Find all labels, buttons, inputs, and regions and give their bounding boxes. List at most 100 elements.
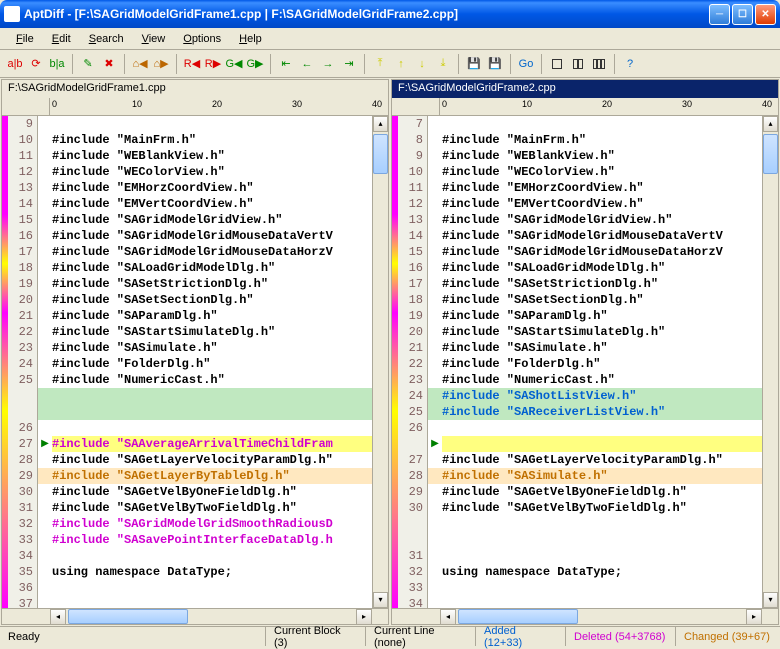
home-prev-icon[interactable]: ⌂◀ (131, 55, 149, 73)
code-line[interactable]: #include "SAShotListView.h" (442, 388, 762, 404)
code-line[interactable]: #include "SASimulate.h" (442, 468, 762, 484)
code-line[interactable] (442, 420, 762, 436)
code-line[interactable] (52, 420, 372, 436)
code-line[interactable]: #include "SAGetLayerByTableDlg.h" (52, 468, 372, 484)
code-line[interactable]: #include "SAAverageArrivalTimeChildFram (52, 436, 372, 452)
first-icon[interactable]: ⇤ (277, 55, 295, 73)
code-line[interactable] (442, 516, 762, 532)
scroll-left-button[interactable]: ◂ (50, 609, 66, 625)
layout-triple-icon[interactable] (590, 55, 608, 73)
code-line[interactable]: #include "FolderDlg.h" (442, 356, 762, 372)
right-editor[interactable]: 7891011121314151617181920212223242526272… (392, 116, 778, 608)
code-line[interactable]: #include "SASetSectionDlg.h" (52, 292, 372, 308)
code-line[interactable]: #include "SAGridModelGridMouseDataHorzV (52, 244, 372, 260)
menu-file[interactable]: File (8, 31, 42, 47)
code-line[interactable] (52, 116, 372, 132)
right-pane-title[interactable]: F:\SAGridModelGridFrame2.cpp (392, 80, 778, 98)
minimize-button[interactable]: ─ (709, 4, 730, 25)
code-line[interactable] (442, 436, 762, 452)
code-line[interactable]: using namespace DataType; (52, 564, 372, 580)
down-icon[interactable]: ↓ (413, 55, 431, 73)
code-line[interactable]: #include "NumericCast.h" (52, 372, 372, 388)
code-line[interactable] (52, 388, 372, 404)
code-line[interactable]: #include "SAGridModelGridView.h" (442, 212, 762, 228)
code-line[interactable]: #include "WEColorView.h" (442, 164, 762, 180)
titlebar[interactable]: AptDiff - [F:\SAGridModelGridFrame1.cpp … (0, 0, 780, 28)
menu-options[interactable]: Options (175, 31, 229, 47)
down-all-icon[interactable]: ⤓ (434, 55, 452, 73)
code-line[interactable]: #include "SAStartSimulateDlg.h" (52, 324, 372, 340)
code-line[interactable]: #include "SAGetVelByOneFieldDlg.h" (52, 484, 372, 500)
left-hscroll[interactable]: ◂ ▸ (2, 608, 388, 624)
menu-edit[interactable]: Edit (44, 31, 79, 47)
scroll-down-button[interactable]: ▾ (373, 592, 388, 608)
scroll-down-button[interactable]: ▾ (763, 592, 778, 608)
code-line[interactable]: #include "SAGridModelGridMouseDataHorzV (442, 244, 762, 260)
code-line[interactable]: #include "SAGridModelGridMouseDataVertV (52, 228, 372, 244)
code-line[interactable]: #include "WEBlankView.h" (52, 148, 372, 164)
up-icon[interactable]: ↑ (392, 55, 410, 73)
right-hscroll[interactable]: ◂ ▸ (392, 608, 778, 624)
code-line[interactable] (442, 532, 762, 548)
code-line[interactable]: #include "EMHorzCoordView.h" (442, 180, 762, 196)
scroll-right-button[interactable]: ▸ (356, 609, 372, 625)
code-line[interactable]: #include "NumericCast.h" (442, 372, 762, 388)
code-line[interactable]: #include "SASimulate.h" (52, 340, 372, 356)
code-line[interactable]: #include "SASavePointInterfaceDataDlg.h (52, 532, 372, 548)
next-icon[interactable]: → (319, 55, 337, 73)
left-vscroll[interactable]: ▴ ▾ (372, 116, 388, 608)
code-line[interactable]: #include "MainFrm.h" (52, 132, 372, 148)
next-diff-green-icon[interactable]: G▶ (246, 55, 264, 73)
scroll-up-button[interactable]: ▴ (373, 116, 388, 132)
code-line[interactable] (52, 596, 372, 608)
code-line[interactable] (442, 596, 762, 608)
right-code[interactable]: #include "MainFrm.h"#include "WEBlankVie… (442, 116, 762, 608)
code-line[interactable]: #include "EMVertCoordView.h" (442, 196, 762, 212)
code-line[interactable]: #include "WEColorView.h" (52, 164, 372, 180)
code-line[interactable]: #include "SAGridModelGridMouseDataVertV (442, 228, 762, 244)
code-line[interactable]: #include "EMHorzCoordView.h" (52, 180, 372, 196)
layout-single-icon[interactable] (548, 55, 566, 73)
scroll-up-button[interactable]: ▴ (763, 116, 778, 132)
up-all-icon[interactable]: ⤒ (371, 55, 389, 73)
code-line[interactable]: using namespace DataType; (442, 564, 762, 580)
code-line[interactable]: #include "SAGridModelGridView.h" (52, 212, 372, 228)
code-line[interactable]: #include "SALoadGridModelDlg.h" (442, 260, 762, 276)
left-code[interactable]: #include "MainFrm.h"#include "WEBlankVie… (52, 116, 372, 608)
code-line[interactable]: #include "SASetStrictionDlg.h" (52, 276, 372, 292)
code-line[interactable]: #include "SASimulate.h" (442, 340, 762, 356)
prev-diff-red-icon[interactable]: R◀ (183, 55, 201, 73)
code-line[interactable]: #include "SAGetVelByTwoFieldDlg.h" (442, 500, 762, 516)
swap-icon[interactable]: b|a (48, 55, 66, 73)
next-diff-red-icon[interactable]: R▶ (204, 55, 222, 73)
code-line[interactable]: #include "SASetSectionDlg.h" (442, 292, 762, 308)
last-icon[interactable]: ⇥ (340, 55, 358, 73)
code-line[interactable]: #include "SAGetVelByTwoFieldDlg.h" (52, 500, 372, 516)
code-line[interactable]: #include "SASetStrictionDlg.h" (442, 276, 762, 292)
code-line[interactable] (442, 580, 762, 596)
prev-icon[interactable]: ← (298, 55, 316, 73)
code-line[interactable]: #include "SAGetVelByOneFieldDlg.h" (442, 484, 762, 500)
code-line[interactable]: #include "SAGetLayerVelocityParamDlg.h" (442, 452, 762, 468)
code-line[interactable] (442, 116, 762, 132)
scroll-thumb-h[interactable] (458, 609, 578, 624)
code-line[interactable]: #include "SAGridModelGridSmoothRadiousD (52, 516, 372, 532)
code-line[interactable]: #include "MainFrm.h" (442, 132, 762, 148)
help-icon[interactable]: ? (621, 55, 639, 73)
left-editor[interactable]: 9101112131415161718192021222324252627282… (2, 116, 388, 608)
code-line[interactable]: #include "SALoadGridModelDlg.h" (52, 260, 372, 276)
go-line-icon[interactable]: Go (517, 55, 535, 73)
menu-help[interactable]: Help (231, 31, 270, 47)
code-line[interactable]: #include "SAParamDlg.h" (52, 308, 372, 324)
menu-search[interactable]: Search (81, 31, 132, 47)
scroll-thumb[interactable] (763, 134, 778, 174)
scroll-thumb[interactable] (373, 134, 388, 174)
scroll-thumb-h[interactable] (68, 609, 188, 624)
code-line[interactable]: #include "SAParamDlg.h" (442, 308, 762, 324)
code-line[interactable]: #include "SAStartSimulateDlg.h" (442, 324, 762, 340)
code-line[interactable]: #include "SAReceiverListView.h" (442, 404, 762, 420)
code-line[interactable] (52, 404, 372, 420)
left-pane-title[interactable]: F:\SAGridModelGridFrame1.cpp (2, 80, 388, 98)
compare-ab-icon[interactable]: a|b (6, 55, 24, 73)
layout-split-icon[interactable] (569, 55, 587, 73)
